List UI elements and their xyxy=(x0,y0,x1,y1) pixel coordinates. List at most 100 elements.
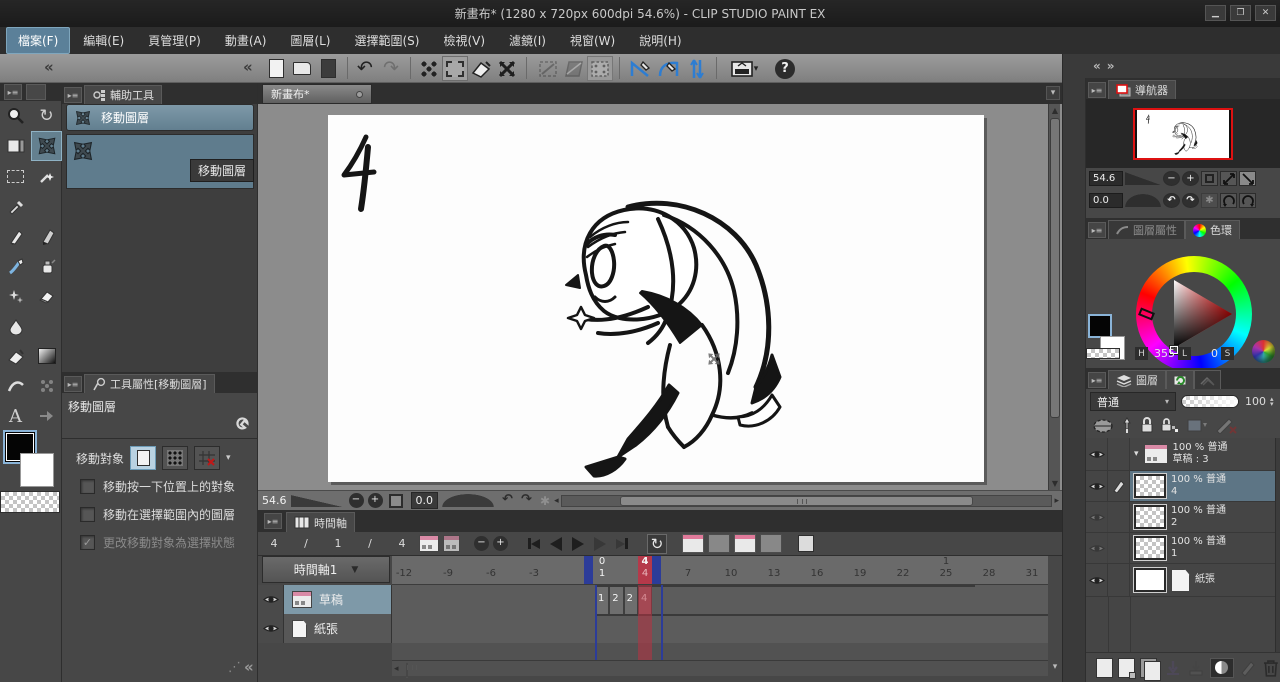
layer-content[interactable]: 紙張 xyxy=(1130,564,1280,596)
hscroll-thumb[interactable] xyxy=(620,495,974,506)
panel-menu-icon[interactable]: ▸≡ xyxy=(64,376,82,392)
clip-below-icon[interactable] xyxy=(1186,417,1208,434)
nav-fit-button[interactable] xyxy=(1201,171,1218,186)
tab-search-layer[interactable] xyxy=(1194,370,1221,389)
decoration-tool[interactable] xyxy=(0,281,31,311)
cel-release-button[interactable] xyxy=(760,534,782,553)
save-button[interactable] xyxy=(315,56,341,81)
transform-button[interactable] xyxy=(494,56,520,81)
lock-icon[interactable] xyxy=(1140,416,1154,434)
brush-tool[interactable] xyxy=(0,251,31,281)
checkbox-unchecked-icon[interactable] xyxy=(80,507,95,522)
menu-help[interactable]: 說明(H) xyxy=(628,28,692,53)
fit-screen-button[interactable] xyxy=(388,493,403,508)
nav-zoomout-button[interactable]: − xyxy=(1163,171,1180,186)
new-animation-cel-button[interactable] xyxy=(682,534,704,553)
collapse-right-icon[interactable]: » xyxy=(1107,59,1115,73)
zoom-out-button[interactable]: − xyxy=(348,493,364,508)
track-label-paper[interactable]: 紙張 xyxy=(284,614,392,643)
canvas-vscrollbar[interactable]: ▲ ▼ xyxy=(1048,104,1060,490)
tab-layer-property[interactable]: 圖層屬性 xyxy=(1108,220,1185,239)
track-row-draft[interactable]: 草稿 1 2 2 4 xyxy=(258,585,1048,614)
opacity-slider[interactable] xyxy=(1181,395,1239,408)
track-grid[interactable]: 1 2 2 4 xyxy=(392,585,1048,614)
target-layer-button[interactable] xyxy=(130,446,157,470)
rotation-slider[interactable] xyxy=(442,494,494,507)
menu-layer[interactable]: 圖層(L) xyxy=(279,28,341,53)
grid-select-button[interactable] xyxy=(587,56,613,81)
canvas-hscrollbar[interactable] xyxy=(560,494,1053,507)
tab-navigator[interactable]: 導航器 xyxy=(1108,80,1176,99)
fill-tool[interactable] xyxy=(0,341,31,371)
checkbox-row-2[interactable]: 移動在選擇範圍內的圖層 xyxy=(80,506,235,523)
tab-layers[interactable]: 圖層 xyxy=(1108,370,1166,389)
pencil-tool[interactable] xyxy=(31,221,62,251)
new-file-button[interactable] xyxy=(263,56,289,81)
collapse-subtool-icon[interactable]: « xyxy=(243,58,253,76)
auto-select-tool[interactable] xyxy=(31,161,62,191)
cel-link-button[interactable] xyxy=(734,534,756,553)
checkbox-unchecked-icon[interactable] xyxy=(80,479,95,494)
timeline-zoomin-button[interactable]: + xyxy=(493,536,508,551)
tab-color-wheel[interactable]: 色環 xyxy=(1185,220,1240,239)
nav-reset-button[interactable]: ✱ xyxy=(1201,193,1218,208)
figure-tool[interactable] xyxy=(0,371,31,401)
new-cel-button[interactable] xyxy=(419,534,439,554)
scroll-left-icon[interactable]: ◂ xyxy=(554,496,559,506)
rotate-ccw-button[interactable]: ↶ xyxy=(500,493,515,508)
menu-view[interactable]: 檢視(V) xyxy=(432,28,496,53)
timeline-corner-chevron-icon[interactable]: ▾ xyxy=(1048,662,1062,676)
tab-close-icon[interactable] xyxy=(356,90,363,98)
create-mask-button[interactable] xyxy=(1209,657,1234,678)
timeline-zoomout-button[interactable]: − xyxy=(474,536,489,551)
target-tone-button[interactable] xyxy=(162,446,189,470)
snap-ruler-button[interactable] xyxy=(628,56,654,81)
navigator-thumbnail[interactable] xyxy=(1133,108,1233,160)
prev-frame-button[interactable] xyxy=(546,534,566,554)
track-row-paper[interactable]: 紙張 xyxy=(258,614,1048,643)
navigator-zoom-slider[interactable] xyxy=(1125,172,1161,185)
lock-transparent-icon[interactable] xyxy=(1161,417,1179,434)
mask-area-icon[interactable] xyxy=(1092,418,1114,433)
panel-resize-grip-icon[interactable]: ⋰ xyxy=(228,660,241,675)
eyedropper-tool[interactable] xyxy=(0,191,31,221)
layer-eye-cell[interactable] xyxy=(1086,471,1108,501)
help-button[interactable]: ? xyxy=(772,56,798,81)
checkbox-checked-icon[interactable]: ✓ xyxy=(80,535,95,550)
layer-list-scrollbar[interactable] xyxy=(1275,438,1280,652)
airbrush-tool[interactable] xyxy=(31,251,62,281)
panel-menu-icon[interactable]: ▸≡ xyxy=(1088,82,1106,98)
snap-grid-button[interactable] xyxy=(684,56,710,81)
layer-row-folder[interactable]: ▾ 100 % 普通 草稿 : 3 xyxy=(1086,438,1280,471)
menu-selection[interactable]: 選擇範圍(S) xyxy=(343,28,430,53)
loop-end-marker[interactable] xyxy=(652,556,661,584)
panel-menu-icon[interactable]: ▸≡ xyxy=(1088,222,1106,238)
fill-button[interactable] xyxy=(468,56,494,81)
layer-eye-cell[interactable] xyxy=(1086,533,1108,563)
delete-layer-button[interactable] xyxy=(1261,658,1280,678)
transfer-down-button[interactable] xyxy=(1164,659,1182,677)
track-grid[interactable] xyxy=(392,614,1048,643)
move-layer-tool[interactable] xyxy=(31,131,62,161)
expand-icon[interactable]: ▾ xyxy=(1134,449,1139,459)
cel-settings-button[interactable] xyxy=(441,534,461,554)
new-folder-button[interactable] xyxy=(1139,657,1161,681)
rotate-cw-button[interactable]: ↷ xyxy=(519,493,534,508)
merge-down-button[interactable] xyxy=(1187,659,1205,677)
checkbox-row-1[interactable]: 移動按一下位置上的對象 xyxy=(80,478,235,495)
new-vector-layer-button[interactable] xyxy=(1117,657,1136,679)
panel-menu-icon[interactable]: ▸≡ xyxy=(4,84,22,100)
subtool-group-header[interactable]: 移動圖層 xyxy=(66,104,254,131)
deselect-button[interactable] xyxy=(416,56,442,81)
select-area-button[interactable] xyxy=(442,56,468,81)
panel-menu-icon[interactable]: ▸≡ xyxy=(64,87,82,103)
loop-start-marker[interactable] xyxy=(584,556,593,584)
zoom-slider[interactable] xyxy=(290,494,343,507)
pin-icon[interactable] xyxy=(1121,416,1133,434)
tab-subtool[interactable]: 輔助工具 xyxy=(84,85,162,104)
onion-skin-button[interactable] xyxy=(796,534,816,554)
tab-tool-property[interactable]: 工具屬性[移動圖層] xyxy=(84,374,215,393)
nav-reset-rotate-left-button[interactable] xyxy=(1220,193,1237,208)
navigator-rotation-slider[interactable] xyxy=(1125,194,1161,207)
open-file-button[interactable] xyxy=(289,56,315,81)
